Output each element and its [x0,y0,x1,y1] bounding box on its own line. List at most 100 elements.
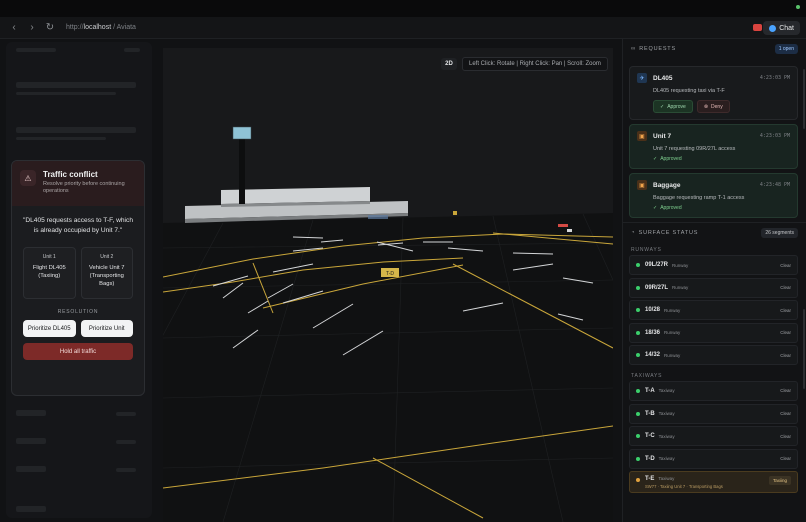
chat-button[interactable]: Chat [763,21,800,35]
occupied-indicator [636,478,640,483]
request-name: Unit 7 [653,132,672,140]
taxiway-row[interactable]: T-C Taxiway Clear [629,426,798,447]
airport-3d-viewport[interactable]: T-D 2D Left Click: Rotate | Right Click:… [163,48,613,522]
clear-indicator [636,456,640,461]
clear-indicator [636,434,640,439]
segment-status: Clear [780,307,791,313]
runway-row[interactable]: 14/32 Runway Clear [629,345,798,366]
browser-toolbar: ‹ › ↻ http://localhost / Aviata Chat [0,17,806,39]
runway-row[interactable]: 18/36 Runway Clear [629,322,798,343]
blur-line [116,440,136,444]
dialog-title: Traffic conflict [43,170,98,179]
taxiing-badge: Taxiing [768,476,791,486]
check-circle-icon: ✓ [653,156,658,162]
aircraft-marker [558,224,568,227]
request-message: Unit 7 requesting 09R/27L access [653,146,736,152]
segment-type: Runway [664,330,681,336]
hold-all-traffic-button[interactable]: Hold all traffic [23,343,133,361]
deny-label: Deny [711,103,723,110]
back-icon[interactable]: ‹ [6,20,22,36]
segment-status: Clear [780,330,791,336]
segment-name: T-B [645,410,655,417]
taxiway-sign-label: T-D [386,271,394,277]
truck-icon: ▣ [637,180,647,190]
taxiway-row[interactable]: T-D Taxiway Clear [629,448,798,469]
segment-type: Runway [672,262,689,268]
requests-scrollbar[interactable] [803,69,805,129]
vehicle-marker [453,211,457,215]
forward-icon[interactable]: › [24,20,40,36]
request-name: Baggage [653,181,681,189]
unit-cards: Unit 1 Flight DL405 (Taxiing) Unit 2 Veh… [12,247,144,300]
blur-line [16,48,56,52]
aircraft-marker [567,229,572,232]
surface-scrollbar[interactable] [803,309,805,389]
requests-header: ∞ REQUESTS 1 open [623,39,806,59]
taxiway-row-occupied[interactable]: T-E Taxiway Taxiing SW77 · Taxiing Unit … [629,471,798,494]
gauge-icon: ◔ [631,229,635,236]
open-requests-badge: 1 open [774,44,798,54]
request-card-dl405: ✈ DL405 4:23:03 PM DL405 requesting taxi… [629,66,798,120]
request-time: 4:23:03 PM [759,75,790,81]
blur-line [16,506,46,512]
check-circle-icon: ✓ [653,205,658,211]
deny-button[interactable]: ⊗ Deny [696,100,730,113]
segment-status: Clear [780,456,791,462]
warning-icon: ⚠ [20,170,36,186]
occupancy-detail: SW77 · Taxiing Unit 7 · Transporting Bag… [645,484,723,490]
segment-type: Runway [664,307,681,313]
approved-status: ✓ Approved [653,205,790,211]
runways-label: RUNWAYS [631,247,662,253]
approve-button[interactable]: ✓ Approve [653,100,693,113]
runway-row[interactable]: 09R/27L Runway Clear [629,277,798,298]
clear-indicator [636,308,640,313]
traffic-conflict-dialog: ⚠ Traffic conflict Resolve priority befo… [11,160,145,396]
prioritize-unit-button[interactable]: Prioritize Unit [80,320,133,338]
address-bar[interactable]: http://localhost / Aviata [66,24,136,31]
segment-type: Taxiway [658,433,675,439]
request-time: 4:23:48 PM [759,182,790,188]
blur-line [16,137,106,140]
blur-line [16,466,46,472]
segment-type: Taxiway [658,388,675,394]
segment-name: T-D [645,455,655,462]
approved-status: ✓ Approved [653,156,790,162]
truck-icon: ▣ [637,131,647,141]
blur-line [16,127,136,133]
runway-row[interactable]: 09L/27R Runway Clear [629,255,798,275]
reload-icon[interactable]: ↻ [42,20,58,36]
dialog-header: ⚠ Traffic conflict Resolve priority befo… [12,161,144,206]
request-time: 4:23:03 PM [759,133,790,139]
segment-name: 09R/27L [645,284,669,291]
status-dot [796,5,800,9]
segment-type: Runway [672,285,689,291]
prioritize-dl405-button[interactable]: Prioritize DL405 [23,320,76,338]
request-card-unit7: ▣ Unit 7 4:23:03 PM Unit 7 requesting 09… [629,124,798,169]
blur-line [16,438,46,444]
taxiway-row[interactable]: T-A Taxiway Clear [629,380,798,401]
taxiways-label: TAXIWAYS [631,372,663,379]
segment-status: Clear [780,388,791,394]
link-icon: ∞ [631,46,636,52]
runway-row[interactable]: 10/28 Runway Clear [629,300,798,321]
clear-indicator [636,388,640,393]
clear-indicator [636,285,640,290]
view-2d-button[interactable]: 2D [441,58,457,70]
surface-title: SURFACE STATUS [638,229,699,236]
unit-name: Flight DL405 (Taxiing) [32,265,66,279]
record-icon[interactable] [753,24,762,31]
blur-line [116,412,136,416]
request-card-baggage: ▣ Baggage 4:23:48 PM Baggage requesting … [629,173,798,218]
segment-type: Taxiway [658,476,675,482]
segment-status: Clear [780,411,791,417]
request-actions: ✓ Approve ⊗ Deny [653,100,790,113]
taxiway-row[interactable]: T-B Taxiway Clear [629,403,798,424]
segment-status: Clear [780,262,791,268]
chat-label: Chat [779,24,794,32]
segment-name: T-C [645,433,655,440]
unit-label: Unit 2 [100,254,114,261]
request-message: DL405 requesting taxi via T-F [653,88,725,94]
segment-name: T-E [645,476,655,483]
segment-name: 10/28 [645,307,661,314]
conflict-description: "DL405 requests access to T-F, which is … [23,217,133,234]
